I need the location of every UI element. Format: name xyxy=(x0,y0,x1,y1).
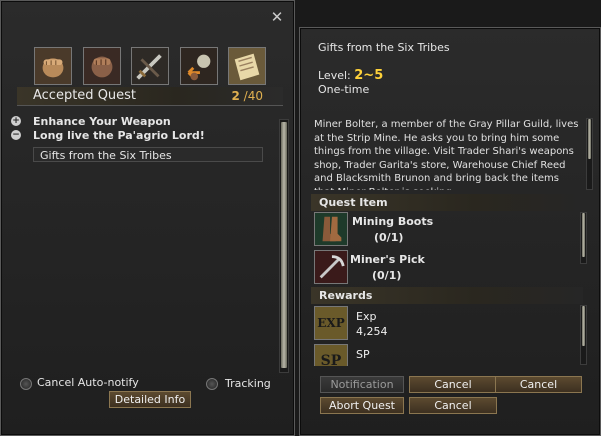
quest-item-scrollbar[interactable] xyxy=(580,212,587,264)
tab-sword-icon[interactable] xyxy=(131,47,169,85)
reward-name: SP xyxy=(356,348,370,361)
exp-icon: EXP xyxy=(314,306,348,340)
sp-icon: SP xyxy=(314,344,348,366)
quest-level: Level: 2~5 xyxy=(318,68,384,83)
cancel-button[interactable]: Cancel xyxy=(409,397,497,414)
selected-quest-item[interactable]: Gifts from the Six Tribes xyxy=(33,147,263,162)
scrollbar-thumb[interactable] xyxy=(582,213,585,257)
description-scrollbar[interactable] xyxy=(586,118,593,190)
tab-gauntlet-icon[interactable] xyxy=(83,47,121,85)
quest-item-name: Mining Boots xyxy=(352,215,434,228)
cancel-auto-notify-radio[interactable] xyxy=(20,378,32,390)
accepted-quest-title: Accepted Quest xyxy=(33,88,137,103)
quest-list-scrollbar[interactable] xyxy=(279,119,289,373)
tracking-label[interactable]: Tracking xyxy=(225,377,271,390)
abort-quest-button[interactable]: Abort Quest xyxy=(320,397,404,414)
quest-item-name: Miner's Pick xyxy=(350,253,425,266)
quest-group-label[interactable]: Long live the Pa'agrio Lord! xyxy=(33,129,205,142)
quest-group-enhance[interactable]: + Enhance Your Weapon xyxy=(11,115,281,129)
reward-row: EXP Exp 4,254 xyxy=(314,306,574,342)
quest-item-progress: (0/1) xyxy=(374,231,404,244)
scrollbar-thumb[interactable] xyxy=(281,122,287,368)
quest-list: + Enhance Your Weapon − Long live the Pa… xyxy=(11,115,281,143)
quest-group-label[interactable]: Enhance Your Weapon xyxy=(33,115,171,128)
quest-count: 2 /40 xyxy=(231,89,263,103)
quest-item-row: Miner's Pick (0/1) xyxy=(314,250,574,286)
rewards-scrollbar[interactable] xyxy=(580,305,587,365)
quest-item-progress: (0/1) xyxy=(372,269,402,282)
quest-item-row: Mining Boots (0/1) xyxy=(314,212,574,248)
cancel-button[interactable]: Cancel xyxy=(495,376,582,393)
tab-arrows-icon[interactable] xyxy=(180,47,218,85)
tab-fist-icon[interactable] xyxy=(34,47,72,85)
quest-repeat-type: One-time xyxy=(318,83,370,96)
detailed-info-button[interactable]: Detailed Info xyxy=(109,391,191,408)
quest-detail-window: Gifts from the Six Tribes Level: 2~5 One… xyxy=(299,27,601,436)
notification-button[interactable]: Notification xyxy=(320,376,404,393)
scrollbar-thumb[interactable] xyxy=(588,119,591,159)
reward-value: 4,254 xyxy=(356,325,388,338)
pick-icon xyxy=(314,250,348,284)
rewards-header: Rewards xyxy=(311,287,583,304)
accepted-quest-header: Accepted Quest 2 /40 xyxy=(17,87,283,106)
quest-group-paagrio[interactable]: − Long live the Pa'agrio Lord! xyxy=(11,129,281,143)
quest-detail-title: Gifts from the Six Tribes xyxy=(318,41,450,54)
quest-window: ✕ Accepted Quest 2 /40 + Enhance Your We… xyxy=(0,0,295,436)
reward-row: SP SP xyxy=(314,344,574,366)
close-icon[interactable]: ✕ xyxy=(270,10,284,25)
quest-description: Miner Bolter, a member of the Gray Pilla… xyxy=(314,119,579,190)
scrollbar-thumb[interactable] xyxy=(582,306,585,346)
boots-icon xyxy=(314,212,348,246)
cancel-auto-notify-label[interactable]: Cancel Auto-notify xyxy=(37,376,139,389)
tracking-radio[interactable] xyxy=(206,378,218,390)
tab-scroll-icon[interactable] xyxy=(228,47,266,85)
cancel-button[interactable]: Cancel xyxy=(409,376,497,393)
reward-name: Exp xyxy=(356,310,377,323)
quest-item-header: Quest Item xyxy=(311,194,583,211)
collapse-icon[interactable]: − xyxy=(11,130,21,140)
expand-icon[interactable]: + xyxy=(11,116,21,126)
